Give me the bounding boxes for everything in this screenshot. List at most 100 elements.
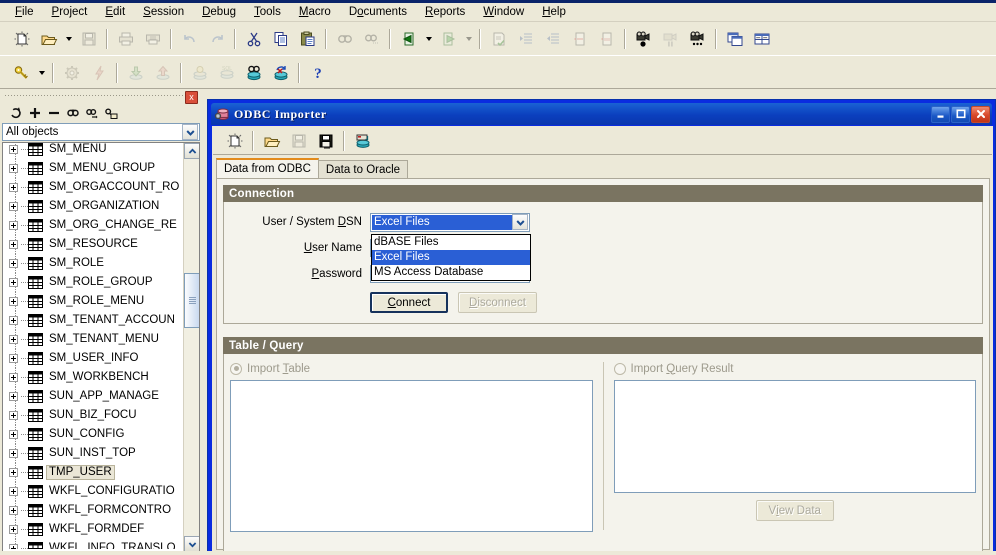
rollback-database-icon[interactable] bbox=[268, 61, 293, 85]
import-table-radio-row[interactable]: Import Table bbox=[230, 360, 593, 377]
menu-item-help[interactable]: Help bbox=[533, 4, 575, 20]
expand-icon[interactable] bbox=[9, 278, 18, 287]
indent-icon[interactable] bbox=[513, 27, 538, 51]
menu-item-project[interactable]: Project bbox=[43, 4, 97, 20]
connect-button[interactable]: Connect bbox=[370, 292, 448, 313]
copy-icon[interactable] bbox=[268, 27, 293, 51]
minimize-button[interactable] bbox=[931, 105, 950, 123]
tree-item[interactable]: SM_USER_INFO bbox=[3, 349, 183, 368]
expand-icon[interactable] bbox=[9, 392, 18, 401]
scroll-up-arrow-icon[interactable] bbox=[184, 143, 199, 159]
folder-find-icon[interactable] bbox=[101, 104, 120, 122]
dsn-option-excel[interactable]: Excel Files bbox=[372, 249, 530, 265]
database-import-icon[interactable] bbox=[350, 129, 375, 153]
tree-item[interactable]: WKFL_FORMCONTRO bbox=[3, 501, 183, 520]
find-next-icon[interactable] bbox=[82, 104, 101, 122]
tree-item[interactable]: SM_ROLE bbox=[3, 254, 183, 273]
expand-icon[interactable] bbox=[9, 487, 18, 496]
tree-item[interactable]: SM_TENANT_MENU bbox=[3, 330, 183, 349]
pause-macro-icon[interactable] bbox=[658, 27, 683, 51]
explain-plan-icon[interactable] bbox=[486, 27, 511, 51]
dsn-option-msaccess[interactable]: MS Access Database bbox=[372, 265, 530, 280]
odbc-importer-titlebar[interactable]: ODBC Importer bbox=[211, 103, 992, 125]
tree-item[interactable]: SUN_INST_TOP bbox=[3, 444, 183, 463]
tree-item[interactable]: WKFL_INFO_TRANSLO bbox=[3, 539, 183, 549]
expand-icon[interactable] bbox=[9, 183, 18, 192]
expand-icon[interactable] bbox=[9, 221, 18, 230]
refresh-icon[interactable] bbox=[6, 104, 25, 122]
table-list[interactable] bbox=[230, 380, 593, 532]
expand-icon[interactable] bbox=[9, 145, 18, 154]
expand-icon[interactable] bbox=[9, 430, 18, 439]
scroll-down-arrow-icon[interactable] bbox=[184, 536, 199, 552]
dsn-dropdown-list[interactable]: dBASE Files Excel Files MS Access Databa… bbox=[371, 233, 531, 281]
export-up-icon[interactable] bbox=[150, 61, 175, 85]
menu-item-edit[interactable]: Edit bbox=[96, 4, 134, 20]
undo-icon[interactable] bbox=[177, 27, 202, 51]
expand-icon[interactable] bbox=[9, 468, 18, 477]
add-icon[interactable] bbox=[25, 104, 44, 122]
expand-icon[interactable] bbox=[9, 506, 18, 515]
expand-icon[interactable] bbox=[9, 164, 18, 173]
open-folder-icon[interactable] bbox=[36, 27, 61, 51]
query-textarea[interactable] bbox=[613, 380, 976, 493]
save-icon[interactable] bbox=[286, 129, 311, 153]
save-as-icon[interactable] bbox=[313, 129, 338, 153]
expand-icon[interactable] bbox=[9, 525, 18, 534]
tree-item[interactable]: SM_RESOURCE bbox=[3, 235, 183, 254]
import-table-radio[interactable] bbox=[230, 362, 242, 375]
menu-item-reports[interactable]: Reports bbox=[416, 4, 474, 20]
chevron-down-icon[interactable] bbox=[512, 214, 528, 230]
tab-data-to-oracle[interactable]: Data to Oracle bbox=[317, 160, 409, 178]
tree-item[interactable]: SUN_CONFIG bbox=[3, 425, 183, 444]
expand-icon[interactable] bbox=[9, 373, 18, 382]
tree-item[interactable]: WKFL_CONFIGURATIO bbox=[3, 482, 183, 501]
open-dropdown-arrow[interactable] bbox=[62, 26, 75, 52]
tree-item[interactable]: SM_ROLE_MENU bbox=[3, 292, 183, 311]
object-tree-scrollbar[interactable] bbox=[183, 143, 199, 552]
menu-item-macro[interactable]: Macro bbox=[290, 4, 340, 20]
run-script-dropdown-arrow[interactable] bbox=[462, 26, 475, 52]
menu-item-file[interactable]: File bbox=[6, 4, 43, 20]
run-script-icon[interactable] bbox=[436, 27, 461, 51]
remove-icon[interactable] bbox=[44, 104, 63, 122]
menu-item-documents[interactable]: Documents bbox=[340, 4, 416, 20]
tree-item[interactable]: SM_MENU_GROUP bbox=[3, 159, 183, 178]
new-icon[interactable] bbox=[9, 27, 34, 51]
tab-data-from-odbc[interactable]: Data from ODBC bbox=[216, 158, 319, 178]
compile-gear-icon[interactable] bbox=[59, 61, 84, 85]
dsn-option-dbase[interactable]: dBASE Files bbox=[372, 235, 530, 250]
find-icon[interactable] bbox=[332, 27, 357, 51]
paste-icon[interactable] bbox=[295, 27, 320, 51]
uncomment-icon[interactable] bbox=[594, 27, 619, 51]
save-icon[interactable] bbox=[76, 27, 101, 51]
redo-icon[interactable] bbox=[204, 27, 229, 51]
execute-dropdown-arrow[interactable] bbox=[422, 26, 435, 52]
expand-icon[interactable] bbox=[9, 316, 18, 325]
close-button[interactable] bbox=[971, 105, 990, 123]
tree-item[interactable]: SM_ORGANIZATION bbox=[3, 197, 183, 216]
object-tree[interactable]: SM_MENU SM_MENU_GROUP SM_ORGACCOUNT_RO SM_O… bbox=[2, 142, 200, 553]
browse-database-icon[interactable] bbox=[241, 61, 266, 85]
maximize-button[interactable] bbox=[951, 105, 970, 123]
new-icon[interactable] bbox=[222, 129, 247, 153]
tree-item[interactable]: SM_WORKBENCH bbox=[3, 368, 183, 387]
outdent-icon[interactable] bbox=[540, 27, 565, 51]
cut-icon[interactable] bbox=[241, 27, 266, 51]
key-dropdown-arrow[interactable] bbox=[35, 60, 48, 86]
comment-icon[interactable] bbox=[567, 27, 592, 51]
expand-icon[interactable] bbox=[9, 297, 18, 306]
cascade-windows-icon[interactable] bbox=[722, 27, 747, 51]
record-macro-icon[interactable] bbox=[631, 27, 656, 51]
find-icon[interactable] bbox=[63, 104, 82, 122]
execute-statement-icon[interactable] bbox=[396, 27, 421, 51]
import-query-result-radio[interactable] bbox=[613, 362, 626, 375]
tree-item[interactable]: SM_ORG_CHANGE_RE bbox=[3, 216, 183, 235]
menu-item-session[interactable]: Session bbox=[134, 4, 193, 20]
tree-item[interactable]: SM_MENU bbox=[3, 143, 183, 159]
tree-item[interactable]: WKFL_FORMDEF bbox=[3, 520, 183, 539]
panel-grip[interactable]: x bbox=[0, 90, 204, 104]
session-info-icon[interactable] bbox=[187, 61, 212, 85]
print-preview-icon[interactable] bbox=[140, 27, 165, 51]
import-query-radio-row[interactable]: Import Query Result bbox=[613, 360, 977, 377]
